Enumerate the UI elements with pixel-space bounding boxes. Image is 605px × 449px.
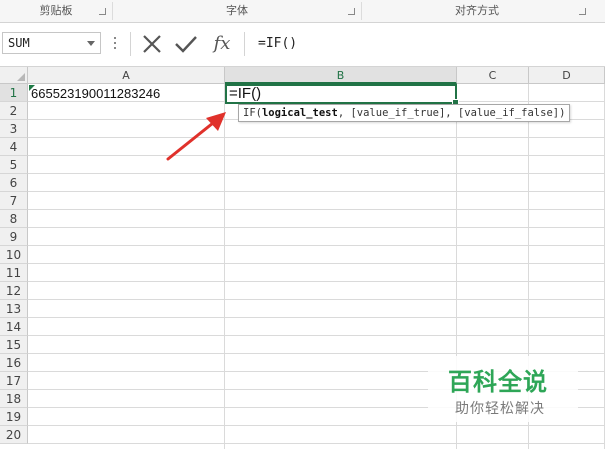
gridline	[28, 155, 605, 156]
row-header-9[interactable]: 9	[0, 228, 28, 246]
column-header-b[interactable]: B	[225, 67, 457, 84]
formula-input[interactable]: =IF()	[246, 32, 605, 56]
gridline	[28, 353, 605, 354]
gridline	[28, 425, 605, 426]
column-header-d[interactable]: D	[529, 67, 605, 84]
gridline	[28, 335, 605, 336]
gridline	[28, 245, 605, 246]
row-header-3[interactable]: 3	[0, 120, 28, 138]
ribbon-group-alignment: 对齐方式	[362, 0, 592, 22]
row-header-19[interactable]: 19	[0, 408, 28, 426]
insert-function-button[interactable]: fx	[207, 32, 237, 56]
gridline	[28, 173, 605, 174]
ribbon-group-labels: 剪贴板 字体 对齐方式	[0, 0, 605, 23]
red-arrow-icon	[166, 112, 226, 161]
ribbon-group-clipboard: 剪贴板	[0, 0, 112, 22]
formula-buttons: fx	[130, 32, 245, 56]
watermark-logo: 百科全说	[448, 368, 548, 396]
name-box-value: SUM	[8, 36, 30, 50]
close-icon	[143, 35, 161, 53]
active-cell-text: =IF()	[229, 85, 262, 102]
dialog-launcher-icon[interactable]	[348, 8, 355, 15]
ribbon-group-font: 字体	[113, 0, 361, 22]
gridline	[28, 317, 605, 318]
row-header-4[interactable]: 4	[0, 138, 28, 156]
row-header-2[interactable]: 2	[0, 102, 28, 120]
ribbon-group-alignment-label: 对齐方式	[455, 4, 499, 17]
row-header-20[interactable]: 20	[0, 426, 28, 444]
row-header-1[interactable]: 1	[0, 84, 28, 102]
function-tooltip: IF(logical_test, [value_if_true], [value…	[238, 104, 571, 122]
row-header-17[interactable]: 17	[0, 372, 28, 390]
chevron-down-icon[interactable]	[87, 41, 95, 46]
row-header-18[interactable]: 18	[0, 390, 28, 408]
row-header-6[interactable]: 6	[0, 174, 28, 192]
fx-icon: fx	[213, 33, 231, 54]
dialog-launcher-icon[interactable]	[99, 8, 106, 15]
column-header-c[interactable]: C	[457, 67, 529, 84]
gridline	[28, 263, 605, 264]
gridline	[28, 209, 605, 210]
tooltip-rest-args: , [value_if_true], [value_if_false])	[337, 107, 566, 119]
row-header-5[interactable]: 5	[0, 156, 28, 174]
formula-bar: SUM fx =IF()	[0, 23, 605, 67]
cell-a1[interactable]: 665523190011283246	[31, 85, 160, 103]
row-header-8[interactable]: 8	[0, 210, 28, 228]
gridline	[28, 281, 605, 282]
check-icon	[175, 36, 197, 53]
grip-dots-icon[interactable]	[114, 37, 117, 51]
row-header-16[interactable]: 16	[0, 354, 28, 372]
ribbon-group-clipboard-label: 剪贴板	[39, 4, 73, 17]
watermark-tagline: 助你轻松解决	[455, 401, 545, 417]
row-header-15[interactable]: 15	[0, 336, 28, 354]
gridline	[28, 299, 605, 300]
gridline	[28, 191, 605, 192]
gridline	[28, 443, 605, 444]
dialog-launcher-icon[interactable]	[579, 8, 586, 15]
row-header-7[interactable]: 7	[0, 192, 28, 210]
row-header-10[interactable]: 10	[0, 246, 28, 264]
row-header-12[interactable]: 12	[0, 282, 28, 300]
cancel-button[interactable]	[137, 32, 167, 56]
tooltip-function-name: IF(	[243, 107, 262, 119]
row-header-11[interactable]: 11	[0, 264, 28, 282]
select-all-corner[interactable]	[0, 67, 28, 84]
gridline	[28, 227, 605, 228]
row-header-14[interactable]: 14	[0, 318, 28, 336]
gridline	[28, 137, 605, 138]
column-header-a[interactable]: A	[28, 67, 225, 84]
name-box[interactable]: SUM	[2, 32, 101, 54]
enter-button[interactable]	[171, 32, 201, 56]
tooltip-arg-logical-test[interactable]: logical_test	[262, 107, 338, 119]
row-header-13[interactable]: 13	[0, 300, 28, 318]
ribbon-group-font-label: 字体	[226, 4, 248, 17]
